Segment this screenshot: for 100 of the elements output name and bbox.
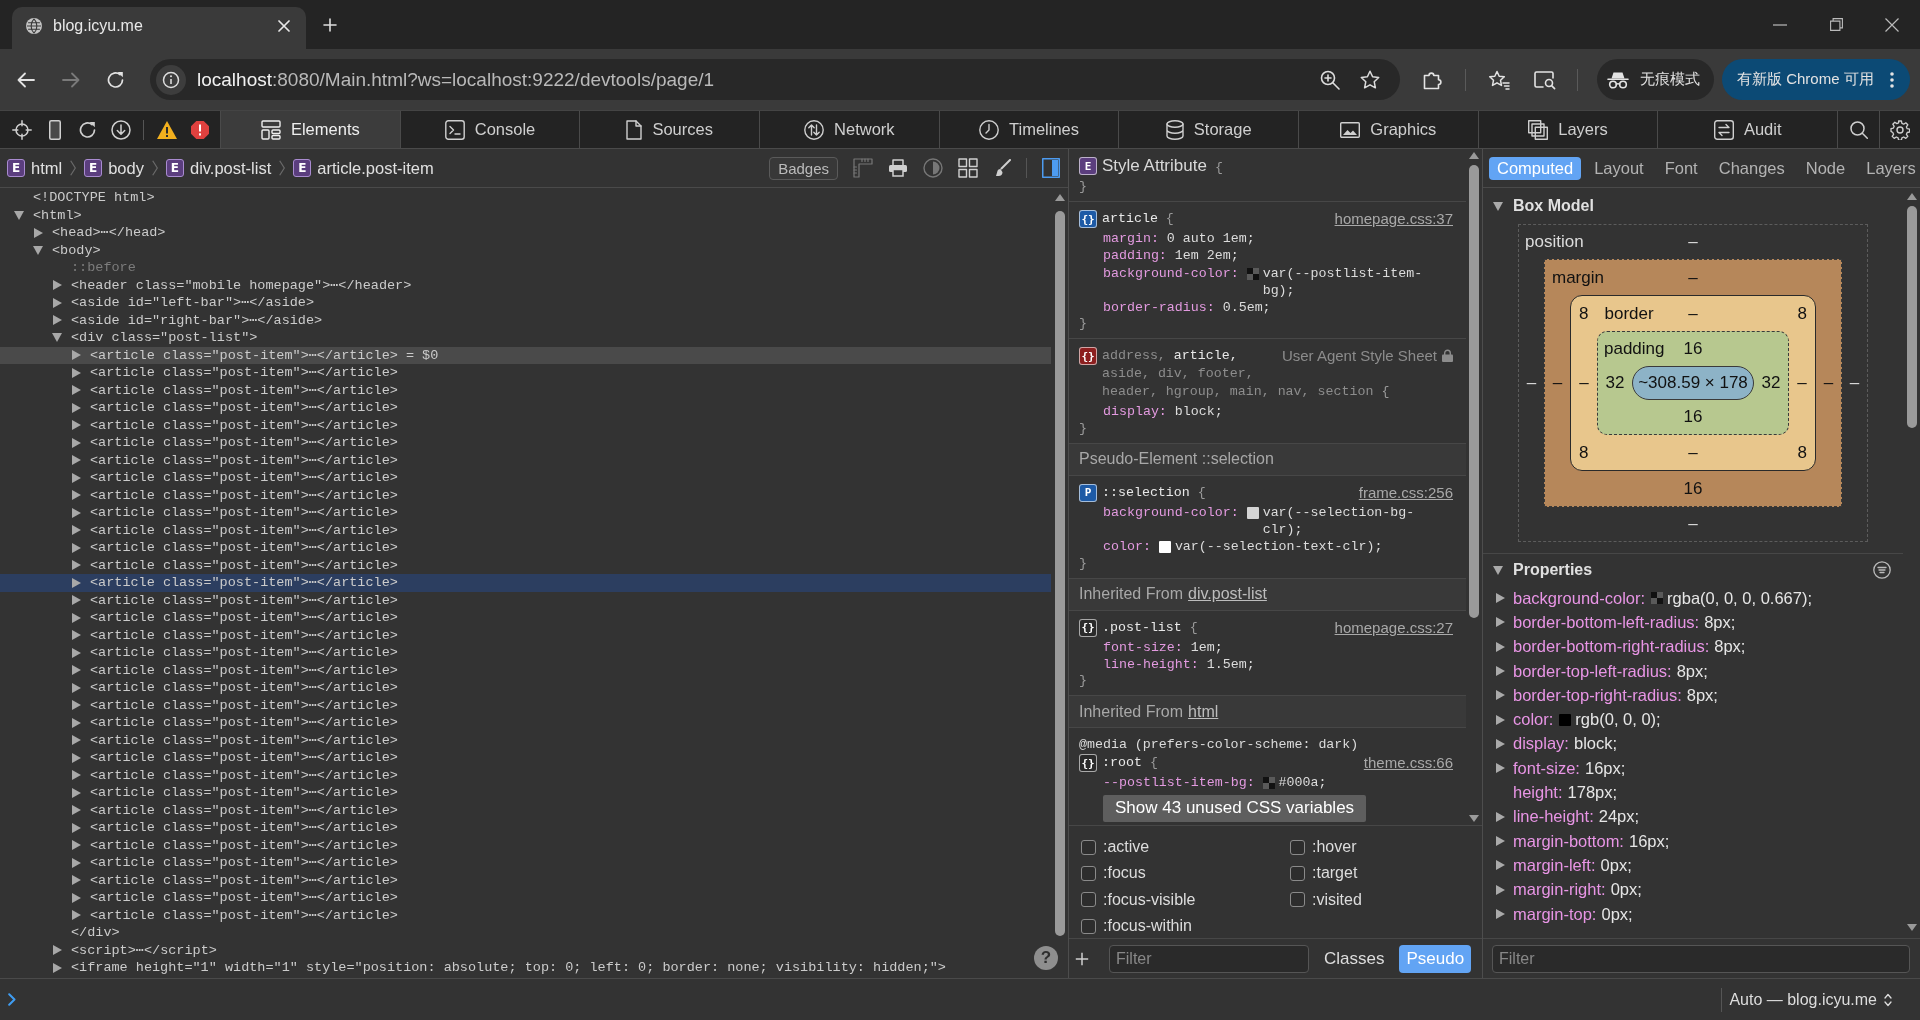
dom-tree-row[interactable]: <article class="post-item">⋯</article> — [71, 434, 398, 452]
dom-tree-row[interactable]: <article class="post-item">⋯</article> — [71, 556, 398, 574]
brush-icon[interactable] — [993, 159, 1011, 177]
filter-field[interactable]: Filter — [1492, 944, 1910, 973]
dom-tree-row[interactable]: <html> — [14, 206, 82, 224]
download-icon[interactable] — [110, 119, 131, 140]
disclosure-triangle-icon[interactable] — [1493, 565, 1503, 575]
disclosure-triangle-icon[interactable] — [72, 857, 81, 868]
source-link[interactable]: homepage.css:27 — [1334, 618, 1453, 637]
color-swatch-icon[interactable] — [1246, 506, 1259, 519]
disclosure-triangle-icon[interactable] — [1496, 714, 1505, 725]
dom-tree-row[interactable]: <aside id="right-bar">⋯</aside> — [52, 311, 323, 329]
disclosure-triangle-icon[interactable] — [72, 717, 81, 728]
disclosure-triangle-icon[interactable] — [1496, 593, 1505, 604]
close-icon[interactable] — [1885, 17, 1899, 32]
show-more-button[interactable]: Show 43 unused CSS variables — [1103, 794, 1367, 822]
disclosure-triangle-icon[interactable] — [72, 875, 81, 886]
dom-tree-row[interactable]: <article class="post-item">⋯</article> — [71, 521, 398, 539]
incognito-button[interactable]: 无痕模式 — [1597, 59, 1714, 100]
dom-tree-row[interactable]: <aside id="left-bar">⋯</aside> — [52, 294, 315, 312]
disclosure-triangle-icon[interactable] — [53, 297, 62, 308]
star-list-icon[interactable] — [1488, 69, 1510, 90]
back-arrow-icon[interactable] — [17, 71, 35, 88]
minimize-icon[interactable] — [1773, 23, 1787, 26]
grid-icon[interactable] — [958, 158, 978, 178]
disclosure-triangle-icon[interactable] — [72, 472, 81, 483]
disclosure-triangle-icon[interactable] — [72, 735, 81, 746]
panel-tab[interactable]: Timelines — [938, 111, 1119, 148]
disclosure-triangle-icon[interactable] — [72, 560, 81, 571]
disclosure-triangle-icon[interactable] — [72, 770, 81, 781]
scroll-up-icon[interactable] — [1054, 194, 1065, 201]
reload-icon[interactable] — [107, 71, 124, 88]
disclosure-triangle-icon[interactable] — [72, 822, 81, 833]
dom-tree-row[interactable]: </div> — [71, 924, 120, 942]
scroll-down-icon[interactable] — [1906, 924, 1917, 931]
warning-icon[interactable] — [156, 120, 177, 139]
dom-tree-row[interactable]: <article class="post-item">⋯</article> — [71, 486, 398, 504]
dom-tree-row[interactable]: <script>⋯</script> — [52, 941, 217, 959]
error-icon[interactable] — [190, 120, 209, 139]
disclosure-triangle-icon[interactable] — [72, 385, 81, 396]
dom-tree-row[interactable]: <article class="post-item">⋯</article> — [71, 889, 398, 907]
half-circle-icon[interactable] — [923, 158, 943, 178]
scrollbar-thumb[interactable] — [1469, 165, 1479, 618]
source-link[interactable]: homepage.css:37 — [1334, 210, 1453, 228]
disclosure-triangle-icon[interactable] — [72, 630, 81, 641]
toggle-button[interactable]: Classes — [1317, 944, 1392, 973]
disclosure-triangle-icon[interactable] — [33, 245, 43, 255]
disclosure-triangle-icon[interactable] — [53, 315, 62, 326]
plus-icon[interactable] — [1075, 951, 1089, 966]
dom-tree-row[interactable]: <article class="post-item">⋯</article> — [71, 591, 398, 609]
source-link[interactable]: frame.css:256 — [1358, 483, 1453, 502]
dom-tree-row[interactable]: <article class="post-item">⋯</article> — [71, 399, 398, 417]
browser-tab[interactable]: blog.icyu.me — [12, 7, 306, 49]
panel-tab[interactable]: Console — [399, 111, 580, 148]
dom-tree-row[interactable]: <!DOCTYPE html> — [14, 189, 155, 207]
tab-search-icon[interactable] — [1534, 69, 1556, 90]
panel-tab[interactable]: Audit — [1657, 111, 1838, 148]
disclosure-triangle-icon[interactable] — [72, 437, 81, 448]
disclosure-triangle-icon[interactable] — [72, 507, 81, 518]
disclosure-triangle-icon[interactable] — [1496, 763, 1505, 774]
scrollbar-thumb[interactable] — [1054, 211, 1065, 936]
info-icon[interactable] — [156, 64, 186, 95]
scroll-down-icon[interactable] — [1469, 815, 1479, 822]
zoom-in-icon[interactable] — [1320, 69, 1340, 90]
dom-tree-row[interactable]: <article class="post-item">⋯</article> — [71, 801, 398, 819]
dom-tree-row[interactable]: <article class="post-item">⋯</article> — [71, 469, 398, 487]
dom-tree-row[interactable]: <article class="post-item">⋯</article> — [71, 766, 398, 784]
printer-icon[interactable] — [888, 159, 908, 177]
disclosure-triangle-icon[interactable] — [1496, 836, 1505, 847]
breadcrumb-item[interactable]: E body — [84, 158, 144, 178]
dom-tree-row[interactable]: <article class="post-item">⋯</article> — [0, 574, 1051, 592]
dom-tree-row[interactable]: <body> — [33, 241, 101, 259]
star-icon[interactable] — [1360, 70, 1380, 89]
dom-tree-row[interactable]: <head>⋯</head> — [33, 224, 166, 242]
badges-button[interactable]: Badges — [769, 156, 838, 180]
dom-tree-row[interactable]: <article class="post-item">⋯</article> — [71, 871, 398, 889]
disclosure-triangle-icon[interactable] — [1496, 860, 1505, 871]
help-button[interactable]: ? — [1034, 946, 1058, 970]
dom-tree-row[interactable]: <article class="post-item">⋯</article> — [71, 451, 398, 469]
node-link[interactable]: div.post-list — [1188, 585, 1267, 604]
sidebar-tab[interactable]: Font — [1656, 156, 1706, 180]
disclosure-triangle-icon[interactable] — [72, 805, 81, 816]
menu-icon[interactable] — [1890, 71, 1894, 88]
sidebar-tab[interactable]: Changes — [1710, 156, 1793, 180]
disclosure-triangle-icon[interactable] — [72, 892, 81, 903]
dom-tree-row[interactable]: <article class="post-item">⋯</article> — [71, 906, 398, 924]
list-circle-icon[interactable] — [1873, 561, 1891, 579]
disclosure-triangle-icon[interactable] — [72, 420, 81, 431]
dom-tree-row[interactable]: <article class="post-item">⋯</article> — [71, 679, 398, 697]
dom-tree-row[interactable]: <article class="post-item">⋯</article> — [71, 819, 398, 837]
dom-tree-row[interactable]: <article class="post-item">⋯</article> — [71, 696, 398, 714]
checkbox[interactable] — [1081, 865, 1096, 881]
panel-tab[interactable]: Sources — [579, 111, 759, 148]
checkbox[interactable] — [1290, 865, 1305, 881]
checkbox[interactable] — [1290, 839, 1305, 855]
dom-tree-row[interactable]: <article class="post-item">⋯</article> — [71, 416, 398, 434]
disclosure-triangle-icon[interactable] — [34, 227, 43, 238]
disclosure-triangle-icon[interactable] — [72, 577, 81, 588]
scroll-up-icon[interactable] — [1906, 193, 1917, 200]
reload-icon[interactable] — [79, 121, 96, 138]
